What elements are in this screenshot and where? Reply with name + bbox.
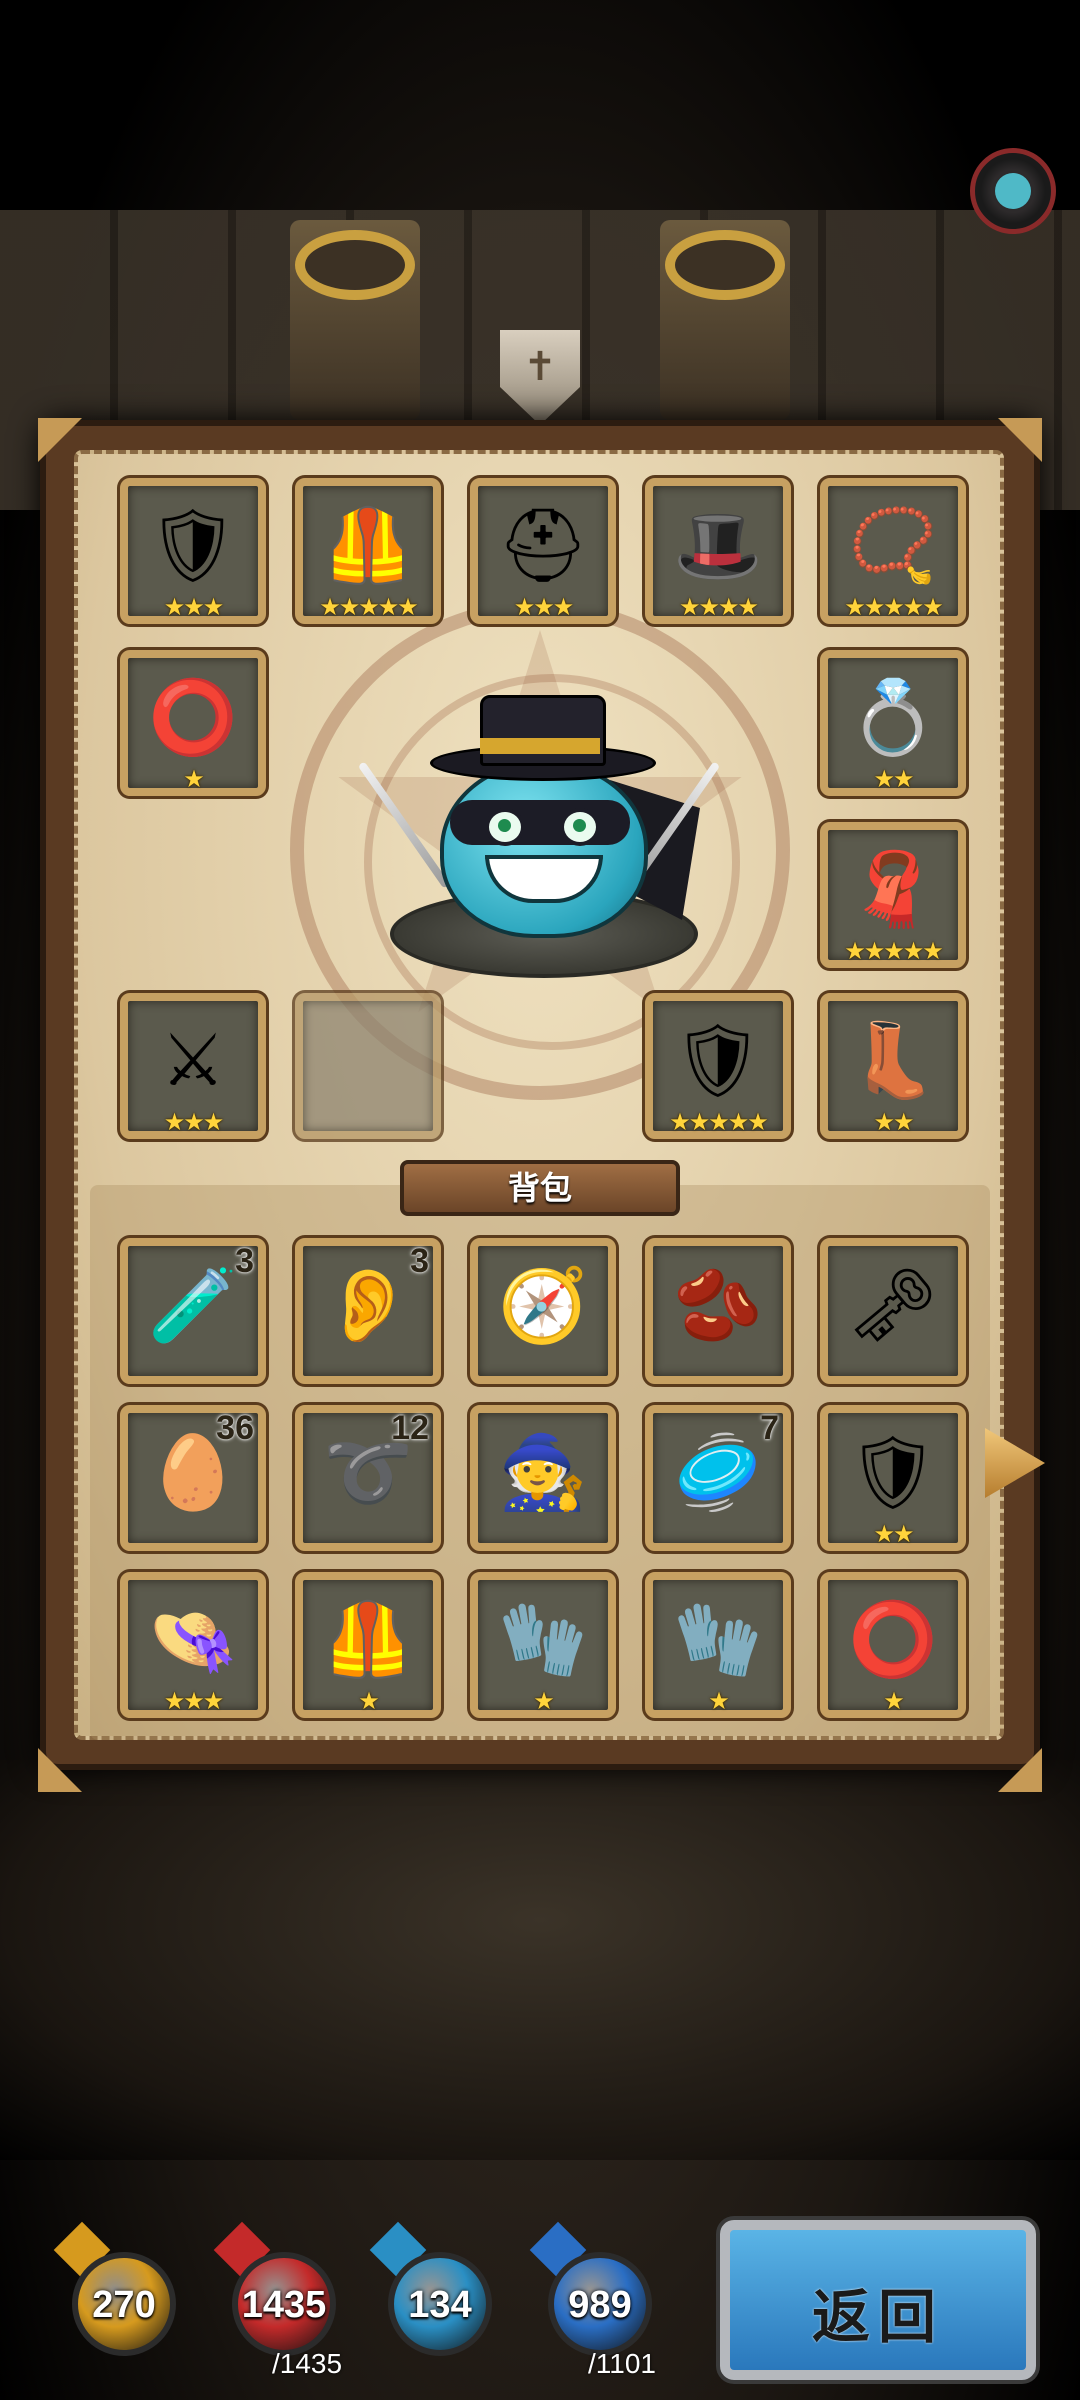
stat-mana: 989/1101 xyxy=(529,2221,658,2379)
equipment-slot[interactable]: 🧣 ★★★★★ xyxy=(820,822,966,968)
bag-item-slot[interactable]: 🧙 xyxy=(470,1405,616,1551)
bag-item-slot[interactable]: 🗝 xyxy=(820,1238,966,1384)
knight-armor-icon: 🦺 xyxy=(323,506,413,586)
red-bean-icon: 🫘 xyxy=(673,1266,763,1346)
star-rating: ★ xyxy=(533,1688,555,1715)
equipment-slot[interactable]: 🎩 ★★★★ xyxy=(645,478,791,624)
gold-ring-ornament xyxy=(665,230,785,300)
bag-item-slot[interactable]: 🥏 7 xyxy=(645,1405,791,1551)
bag-title: 背包 xyxy=(400,1160,680,1216)
back-button-label: 返回 xyxy=(811,2285,944,2350)
stat-value: 1435 xyxy=(241,2284,327,2326)
purple-witch-hat-icon: 🎩 xyxy=(673,506,763,586)
bag-item-slot[interactable]: ➰ 12 xyxy=(295,1405,441,1551)
hero-eye xyxy=(485,808,525,846)
crossed-swords-icon: ⚔ xyxy=(160,1021,226,1101)
item-count: 36 xyxy=(216,1409,254,1447)
silver-ring-icon: ⭕ xyxy=(148,678,238,758)
star-rating: ★★★★ xyxy=(678,594,759,621)
pillar-left xyxy=(290,220,420,420)
gold-ring-ornament xyxy=(295,230,415,300)
spartan-helmet-icon: ⛑ xyxy=(497,506,589,586)
bag-item-slot[interactable]: 🧤 ★ xyxy=(645,1572,791,1718)
equipment-slot[interactable]: 🛡 ★★★ xyxy=(120,478,266,624)
item-count: 3 xyxy=(235,1242,254,1280)
pillar-right xyxy=(660,220,790,420)
item-count: 3 xyxy=(410,1242,429,1280)
hero-hat-band xyxy=(480,738,600,754)
hero-mask xyxy=(450,800,630,845)
star-rating: ★★★ xyxy=(163,594,225,621)
equipment-slot[interactable]: 📿 ★★★★★ xyxy=(820,478,966,624)
dungeon-floor xyxy=(0,1760,1080,2160)
equipment-slot[interactable]: 💍 ★★ xyxy=(820,650,966,796)
purple-boots-icon: 👢 xyxy=(848,1021,938,1101)
hero-hat xyxy=(480,695,606,766)
star-necklace-icon: 📿 xyxy=(848,506,938,586)
bag-item-slot[interactable]: 👒 ★★★ xyxy=(120,1572,266,1718)
hero-eye xyxy=(560,808,600,846)
star-rating: ★ xyxy=(883,1688,905,1715)
equipment-slot[interactable]: 🦺 ★★★★★ xyxy=(295,478,441,624)
silver-ring-icon: ⭕ xyxy=(848,1600,938,1680)
bag-item-slot[interactable]: 🥚 36 xyxy=(120,1405,266,1551)
star-rating: ★ xyxy=(183,766,205,793)
bag-item-slot[interactable]: 🫘 xyxy=(645,1238,791,1384)
star-rating: ★★★ xyxy=(513,594,575,621)
stat-magic: 134 xyxy=(369,2221,498,2360)
star-rating: ★★ xyxy=(873,1109,914,1136)
item-count: 12 xyxy=(391,1409,429,1447)
red-cape-icon: 🧣 xyxy=(848,850,938,930)
stat-max-value: /1435 xyxy=(272,2348,343,2379)
star-rating: ★ xyxy=(358,1688,380,1715)
equipment-slot[interactable]: 👢 ★★ xyxy=(820,993,966,1139)
compass-icon: 🧭 xyxy=(498,1266,588,1346)
steel-glove-icon: 🧤 xyxy=(498,1600,588,1680)
star-rating: ★★★★★ xyxy=(844,594,944,621)
bag-item-slot[interactable]: 🧤 ★ xyxy=(470,1572,616,1718)
star-rating: ★★★★★ xyxy=(319,594,419,621)
stat-health: 1435/1435 xyxy=(213,2221,342,2379)
star-rating: ★★★★★ xyxy=(669,1109,769,1136)
stat-value: 134 xyxy=(408,2284,472,2326)
iron-gauntlet-icon: 🧤 xyxy=(673,1600,763,1680)
star-rating: ★★★ xyxy=(163,1688,225,1715)
bag-item-slot[interactable]: 👂 3 xyxy=(295,1238,441,1384)
star-rating: ★★ xyxy=(873,766,914,793)
star-rating: ★★ xyxy=(873,1521,914,1548)
stat-max-value: /1101 xyxy=(588,2348,656,2379)
item-count: 7 xyxy=(760,1409,779,1447)
stat-value: 989 xyxy=(568,2284,632,2326)
avatar-face-icon xyxy=(995,173,1031,209)
equipment-slot[interactable]: ⛑ ★★★ xyxy=(470,478,616,624)
gold-armor-piece-icon: 🛡 xyxy=(147,506,239,586)
bag-item-slot[interactable]: 🧪 3 xyxy=(120,1238,266,1384)
red-hat-icon: 👒 xyxy=(148,1600,238,1680)
blue-shield-icon: 🛡 xyxy=(847,1433,939,1513)
stat-value: 270 xyxy=(92,2284,156,2326)
character-avatar-button[interactable] xyxy=(970,148,1056,234)
bag-item-slot[interactable]: 🧭 xyxy=(470,1238,616,1384)
back-button[interactable]: 返回 xyxy=(720,2220,1036,2380)
equipment-slot[interactable]: ⚔ ★★★ xyxy=(120,993,266,1139)
stat-attack: 270 xyxy=(53,2221,182,2360)
wizard-figure-icon: 🧙 xyxy=(498,1433,588,1513)
golden-key-icon: 🗝 xyxy=(847,1266,939,1346)
bag-item-slot[interactable]: 🛡 ★★ xyxy=(820,1405,966,1551)
star-rating: ★ xyxy=(708,1688,730,1715)
gold-shield-icon: 🛡 xyxy=(672,1021,764,1101)
bag-item-slot[interactable]: 🦺 ★ xyxy=(295,1572,441,1718)
hero-character[interactable] xyxy=(357,690,721,990)
steel-armor-icon: 🦺 xyxy=(323,1600,413,1680)
emerald-ring-icon: 💍 xyxy=(848,678,938,758)
equipment-slot[interactable]: 🛡 ★★★★★ xyxy=(645,993,791,1139)
bag-item-slot[interactable]: ⭕ ★ xyxy=(820,1572,966,1718)
equipment-slot[interactable]: ⭕ ★ xyxy=(120,650,266,796)
star-rating: ★★★ xyxy=(163,1109,225,1136)
hero-body xyxy=(440,760,648,938)
equipment-slot[interactable] xyxy=(295,993,441,1139)
star-rating: ★★★★★ xyxy=(844,938,944,965)
